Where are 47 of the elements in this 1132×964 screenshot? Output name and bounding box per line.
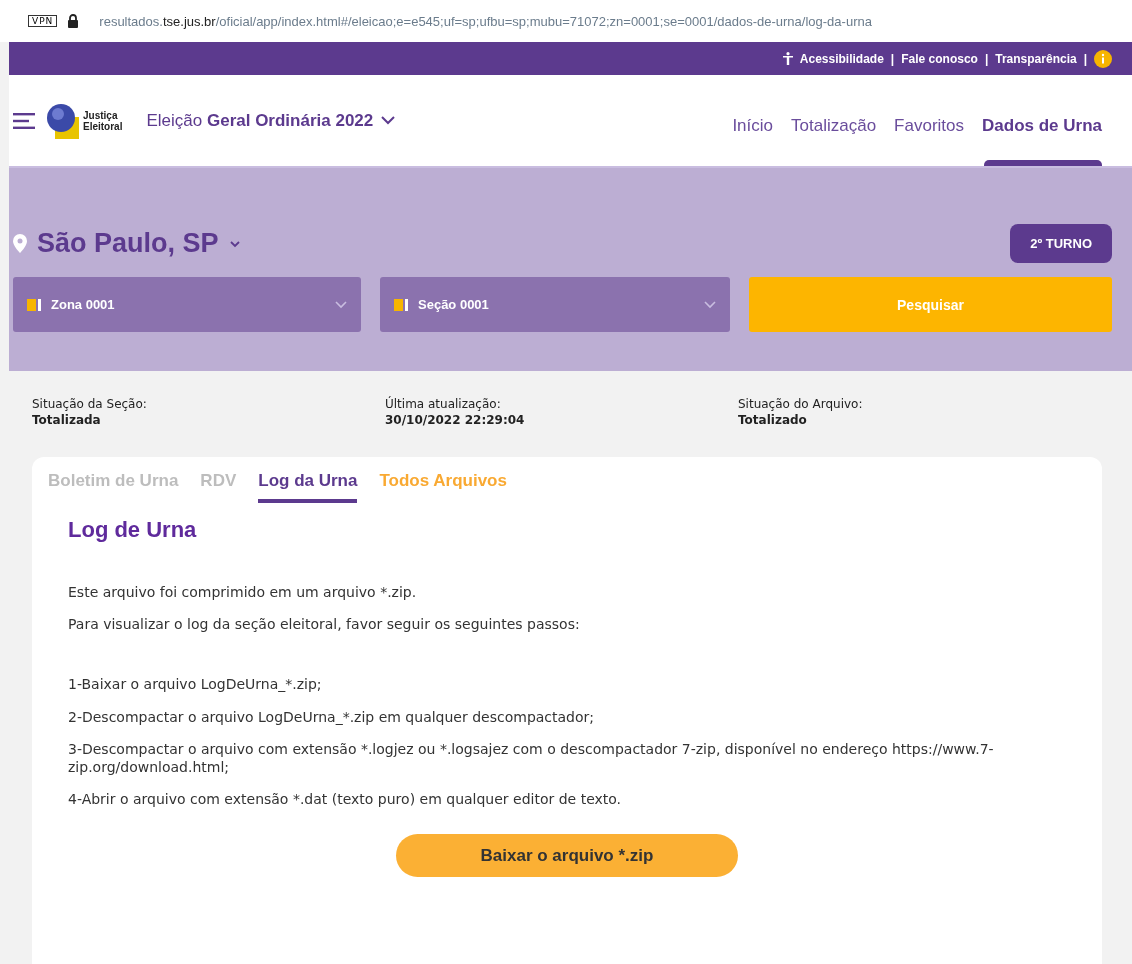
select-dropdown[interactable]: Seção 0001 xyxy=(380,277,730,332)
separator: | xyxy=(1083,51,1087,66)
city-name[interactable]: São Paulo, SP xyxy=(37,228,219,259)
info-icon[interactable] xyxy=(1094,49,1112,68)
chevron-down-icon[interactable] xyxy=(228,239,241,248)
step-text: 1-Baixar o arquivo LogDeUrna_*.zip; xyxy=(68,675,323,694)
status-value: Totalizado xyxy=(738,413,808,427)
download-button[interactable]: Baixar o arquivo *.zip xyxy=(396,834,738,878)
select-dropdown[interactable]: Zona 0001 xyxy=(13,277,361,332)
step-text: 4-Abrir o arquivo com extensão *.dat (texto puro) em qualquer editor de texto. xyxy=(68,790,623,809)
lock-icon xyxy=(67,14,80,28)
flag-icon xyxy=(27,298,41,311)
status-label: Situação da Seção: xyxy=(32,397,148,411)
menu-icon[interactable] xyxy=(13,112,35,129)
top-link[interactable]: Transparência xyxy=(995,51,1077,66)
paragraph: Este arquivo foi comprimido em um arquivo *.zip. xyxy=(68,583,418,602)
select-label: Seção 0001 xyxy=(418,297,490,312)
nav-link[interactable]: Dados de Urna xyxy=(982,75,1102,166)
accessibility-icon xyxy=(782,52,793,65)
step-text: 2-Descompactar o arquivo LogDeUrna_*.zip em qualquer descompactador; xyxy=(68,707,596,726)
separator: | xyxy=(984,51,989,66)
top-link[interactable]: Fale conosco xyxy=(901,51,978,66)
tab[interactable]: Log da Urna xyxy=(258,471,358,503)
top-link[interactable]: Acessibilidade xyxy=(799,51,884,66)
status-value: Totalizada xyxy=(32,413,102,427)
separator: | xyxy=(890,51,895,66)
paragraph: Para visualizar o log da seção eleitoral, favor seguir os seguintes passos: xyxy=(68,615,581,634)
url-text[interactable]: resultados.tse.jus.br/oficial/app/index.html#/eleicao;e=e545;uf=sp;ufbu=sp;mubu=71072;zn=0001;se=0001/dados-de-urna/log-da-urna xyxy=(99,13,872,29)
nav-link[interactable]: Favoritos xyxy=(894,75,964,166)
chevron-down-icon[interactable] xyxy=(381,116,396,125)
select-label: Zona 0001 xyxy=(51,297,116,312)
chevron-down-icon xyxy=(335,300,347,309)
nav-link[interactable]: Início xyxy=(732,75,774,166)
step-text: 3-Descompactar o arquivo com extensão *.logjez ou *.logsajez com o descompactador 7-zip, disponível no endereço https://www.7-zip.org/download.html; xyxy=(68,739,995,777)
vpn-badge: VPN xyxy=(28,15,58,27)
chevron-down-icon xyxy=(704,300,716,309)
location-pin-icon xyxy=(13,234,27,253)
election-selector[interactable]: Eleição Geral Ordinária 2022 xyxy=(146,110,374,131)
flag-icon xyxy=(394,298,408,311)
logo-text: Justiça Eleitoral xyxy=(83,109,123,132)
nav-link[interactable]: Totalização xyxy=(791,75,877,166)
globe-logo-icon xyxy=(47,102,79,139)
round-button[interactable]: 2º TURNO xyxy=(1010,224,1112,263)
status-label: Situação do Arquivo: xyxy=(738,397,864,411)
section-title: Log de Urna xyxy=(68,517,198,543)
status-label: Última atualização: xyxy=(385,397,502,411)
status-value: 30/10/2022 22:29:04 xyxy=(385,413,526,427)
